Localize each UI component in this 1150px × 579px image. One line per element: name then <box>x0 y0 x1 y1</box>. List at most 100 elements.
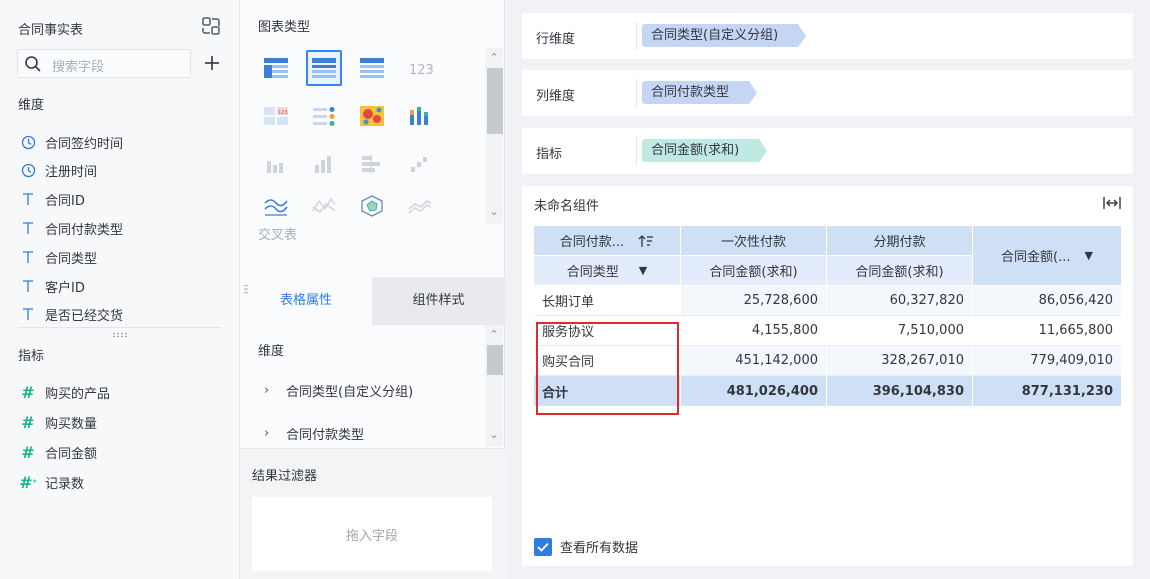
total-value-cell: 396,104,830 <box>827 376 972 406</box>
dimension-field-item[interactable]: 注册时间 <box>20 159 97 181</box>
dimension-field-item[interactable]: 合同付款类型 <box>20 217 123 239</box>
column-chart-icon[interactable] <box>258 146 294 182</box>
measure-field-item[interactable]: # 合同金额 <box>20 441 97 463</box>
measure-header[interactable]: 合同金额(求和) <box>827 256 972 285</box>
value-cell: 779,409,010 <box>973 346 1121 376</box>
resize-grip-icon[interactable] <box>111 332 129 338</box>
scroll-thumb[interactable] <box>487 345 503 375</box>
field-panel: 合同事实表 搜索字段 维度 合同签约时间 注册时间 合同ID 合同付款类型 合同… <box>0 0 240 579</box>
column-group-header[interactable]: 一次性付款 <box>681 226 826 255</box>
value-cell: 328,267,010 <box>827 346 972 376</box>
value-cell: 4,155,800 <box>681 316 826 346</box>
header-label: 合同付款... <box>559 235 625 250</box>
radar-chart-icon[interactable] <box>354 188 390 224</box>
clock-icon <box>20 162 36 178</box>
grouped-column-chart-icon[interactable] <box>306 146 342 182</box>
field-label: 合同类型 <box>45 251 98 267</box>
dropdown-caret-icon[interactable]: ▼ <box>1085 249 1093 262</box>
section-divider <box>18 327 221 328</box>
row-dimension-header[interactable]: 合同类型 ▼ <box>534 256 680 285</box>
property-tabs: 表格属性 组件样式 <box>240 277 505 325</box>
widget-title[interactable]: 未命名组件 <box>534 195 599 214</box>
dimension-field-item[interactable]: 客户ID <box>20 275 85 297</box>
field-label: 合同金额 <box>45 446 98 462</box>
total-value-cell: 877,131,230 <box>973 376 1121 406</box>
cross-table-chart-icon[interactable] <box>306 50 342 86</box>
area-chart-icon[interactable] <box>402 188 438 224</box>
tab-component-style[interactable]: 组件样式 <box>372 277 505 325</box>
value-cell: 60,327,820 <box>827 286 972 316</box>
chart-config-panel: 图表类型 123 123 交叉表 ⌃ ⌄ 表格属性 组件样式 维度 › 合同类型… <box>240 0 505 579</box>
row-header-cell[interactable]: 长期订单 <box>534 286 680 316</box>
scroll-up-icon[interactable]: ⌃ <box>488 329 500 341</box>
measure-field-item[interactable]: # 购买数量 <box>20 411 97 433</box>
line-chart-icon[interactable] <box>258 188 294 224</box>
text-type-icon <box>20 306 36 322</box>
measure-field-item[interactable]: # 购买的产品 <box>20 381 110 403</box>
measure-header[interactable]: 合同金额(求和) <box>681 256 826 285</box>
dimension-field-item[interactable]: 合同签约时间 <box>20 131 123 153</box>
kpi-number-chart-icon[interactable]: 123 <box>402 50 438 86</box>
field-search-input[interactable]: 搜索字段 <box>17 49 191 78</box>
total-column-header[interactable]: 合同金额(... ▼ <box>973 226 1121 285</box>
filter-drop-zone[interactable]: 拖入字段 <box>252 497 492 571</box>
chart-type-scrollbar[interactable]: ⌃ ⌄ <box>485 48 503 224</box>
tab-table-properties[interactable]: 表格属性 <box>240 277 372 325</box>
result-filter-section: 结果过滤器 拖入字段 <box>240 448 505 579</box>
stacked-bar-chart-icon[interactable] <box>402 98 438 134</box>
column-dimension-shelf[interactable]: 列维度 合同付款类型 <box>522 70 1133 116</box>
number-type-icon: # <box>21 382 35 402</box>
property-item-label: 合同类型(自定义分组) <box>286 385 414 400</box>
svg-text:123: 123 <box>278 110 288 116</box>
chevron-right-icon[interactable]: › <box>264 426 274 441</box>
field-label: 购买的产品 <box>45 386 111 402</box>
scroll-thumb[interactable] <box>487 68 503 134</box>
text-type-icon <box>20 191 36 207</box>
drag-handle-icon[interactable] <box>244 284 248 296</box>
column-dimension-label: 列维度 <box>536 89 576 104</box>
property-dimension-item[interactable]: › 合同类型(自定义分组) <box>264 381 413 400</box>
row-dimension-pill[interactable]: 合同类型(自定义分组) <box>642 24 807 47</box>
property-dimension-item[interactable]: › 合同付款类型 <box>264 424 364 443</box>
sort-ascending-icon[interactable] <box>638 234 654 248</box>
add-field-icon[interactable] <box>203 54 221 72</box>
polyline-chart-icon[interactable] <box>306 188 342 224</box>
measure-shelf[interactable]: 指标 合同金额(求和) <box>522 128 1133 174</box>
detail-table-chart-icon[interactable] <box>258 50 294 86</box>
search-placeholder: 搜索字段 <box>52 60 105 75</box>
measure-field-item[interactable]: # * 记录数 <box>19 471 84 493</box>
column-group-header[interactable]: 分期付款 <box>827 226 972 255</box>
dimension-field-item[interactable]: 合同ID <box>20 188 85 210</box>
scroll-down-icon[interactable]: ⌄ <box>488 206 500 218</box>
waterfall-chart-icon[interactable] <box>402 146 438 182</box>
analysis-area: 行维度 合同类型(自定义分组) 列维度 合同付款类型 指标 合同金额(求和) 未… <box>506 0 1150 579</box>
chevron-right-icon[interactable]: › <box>264 383 274 398</box>
dot-list-chart-icon[interactable] <box>306 98 342 134</box>
chart-type-name-label: 交叉表 <box>258 228 298 243</box>
field-label: 合同付款类型 <box>45 222 124 238</box>
indicator-card-chart-icon[interactable]: 123 <box>258 98 294 134</box>
switch-dataset-icon[interactable] <box>201 16 221 36</box>
view-all-checkbox[interactable] <box>534 537 552 556</box>
dropdown-caret-icon[interactable]: ▼ <box>639 264 647 277</box>
row-dimension-label: 行维度 <box>536 32 576 47</box>
value-cell: 25,728,600 <box>681 286 826 316</box>
value-cell: 11,665,800 <box>973 316 1121 346</box>
highlight-annotation-box <box>536 322 679 415</box>
row-dimension-shelf[interactable]: 行维度 合同类型(自定义分组) <box>522 13 1133 59</box>
heatmap-chart-icon[interactable] <box>354 98 390 134</box>
expand-width-icon[interactable] <box>1103 195 1121 211</box>
shelf-divider <box>636 137 637 165</box>
group-table-chart-icon[interactable] <box>354 50 390 86</box>
bar-chart-icon[interactable] <box>354 146 390 182</box>
dimension-field-item[interactable]: 合同类型 <box>20 246 97 268</box>
column-dimension-pill[interactable]: 合同付款类型 <box>642 81 758 104</box>
scroll-up-icon[interactable]: ⌃ <box>488 52 500 64</box>
measure-pill[interactable]: 合同金额(求和) <box>642 139 768 162</box>
view-all-data-option[interactable]: 查看所有数据 <box>534 537 638 556</box>
property-scrollbar[interactable]: ⌃ ⌄ <box>485 325 503 447</box>
scroll-down-icon[interactable]: ⌄ <box>488 429 500 441</box>
table-widget: 未命名组件 合同付款... 一次性付款 分期付款 合同金额(... ▼ 合同类型… <box>522 186 1133 566</box>
column-dimension-header[interactable]: 合同付款... <box>534 226 680 255</box>
dimension-field-item[interactable]: 是否已经交货 <box>20 303 123 325</box>
